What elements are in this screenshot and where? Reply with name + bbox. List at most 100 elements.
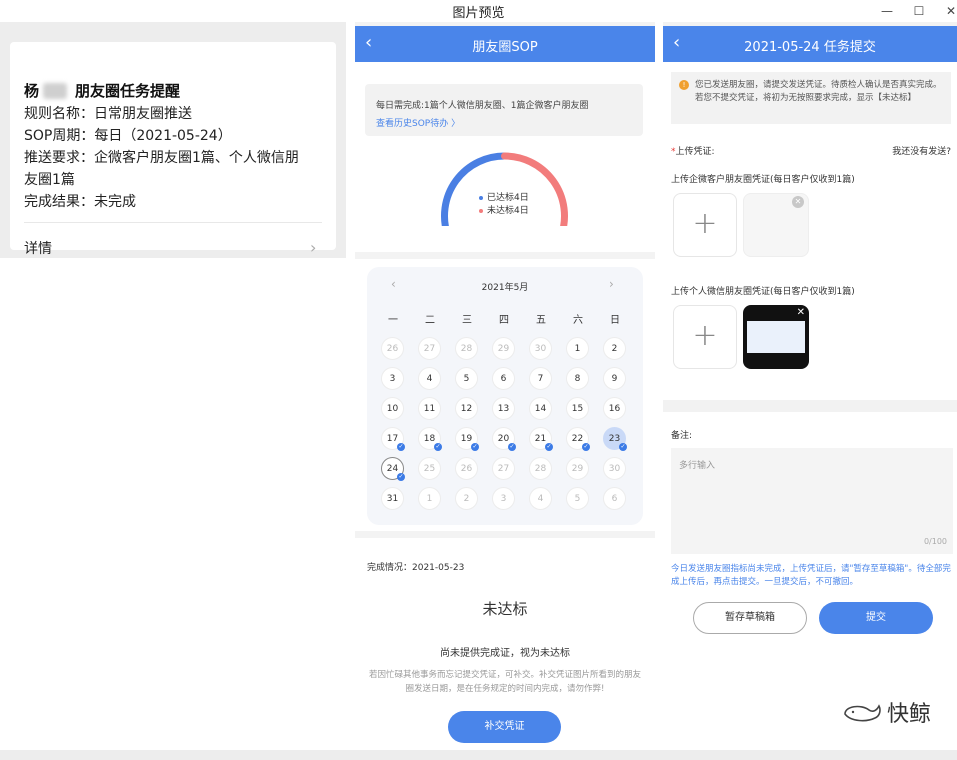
calendar-day[interactable]: 6 [603, 487, 626, 510]
not-sent-link[interactable]: 我还没有发送? [892, 144, 951, 157]
calendar-day[interactable]: 1 [418, 487, 441, 510]
calendar-day[interactable]: 29 [492, 337, 515, 360]
calendar-day[interactable]: 13 [492, 397, 515, 420]
calendar-day-number: 6 [611, 493, 618, 504]
calendar-day[interactable]: 15 [566, 397, 589, 420]
corp-proof-thumbnail[interactable]: ✕ [743, 193, 809, 257]
personal-upload-button[interactable]: + [673, 305, 737, 369]
supplement-button[interactable]: 补交凭证 [448, 711, 561, 743]
calendar-day[interactable]: 28 [529, 457, 552, 480]
watermark: 快鲸 [841, 696, 931, 728]
calendar-day[interactable]: 16 [603, 397, 626, 420]
calendar-day[interactable]: 20 ✓ [492, 427, 516, 451]
status-mark-icon: ✓ [434, 443, 442, 451]
calendar: ‹ 2021年5月 › 一二三四五六日 26 27 28 29 30 1 2 3 4 5 6 7 8 9 10… [367, 267, 643, 525]
window-titlebar: 图片预览 — ☐ ✕ [0, 0, 957, 22]
bottom-strip [0, 750, 957, 760]
calendar-day-number: 27 [497, 463, 510, 474]
calendar-day[interactable]: 10 [381, 397, 404, 420]
legend-not-reached: 未达标4日 [487, 206, 529, 216]
personal-proof-thumbnail[interactable]: ✕ [743, 305, 809, 369]
personal-upload-label: 上传个人微信朋友圈凭证(每日客户仅收到1篇) [671, 287, 855, 297]
calendar-day[interactable]: 17 ✓ [381, 427, 405, 451]
calendar-day-number: 18 [423, 433, 436, 444]
card-header: 杨 朋友圈任务提醒 [24, 80, 180, 101]
calendar-day[interactable]: 26 [455, 457, 478, 480]
reached-dot [479, 195, 483, 200]
window-title: 图片预览 [452, 6, 505, 21]
calendar-day[interactable]: 22 ✓ [566, 427, 590, 451]
submit-panel: ‹ 2021-05-24 任务提交 ! 您已发送朋友圈，请提交发送凭证。待质检人… [663, 22, 957, 760]
calendar-section: ‹ 2021年5月 › 一二三四五六日 26 27 28 29 30 1 2 3 4 5 6 7 8 9 10… [355, 259, 655, 531]
calendar-day[interactable]: 2 [455, 487, 478, 510]
calendar-day[interactable]: 19 ✓ [455, 427, 479, 451]
calendar-day[interactable]: 21 ✓ [529, 427, 553, 451]
calendar-day-number: 4 [426, 373, 433, 384]
weekday-label: 二 [425, 315, 435, 326]
corp-upload-label: 上传企微客户朋友圈凭证(每日客户仅收到1篇) [671, 175, 855, 185]
warning-icon: ! [679, 80, 689, 90]
calendar-day[interactable]: 24 ✓ [381, 457, 405, 481]
corp-upload-button[interactable]: + [673, 193, 737, 257]
sop-navbar: ‹ 朋友圈SOP [355, 26, 655, 62]
calendar-day[interactable]: 28 [455, 337, 478, 360]
save-draft-button[interactable]: 暂存草稿箱 [693, 602, 807, 634]
plus-icon: + [692, 318, 718, 353]
calendar-day[interactable]: 30 [529, 337, 552, 360]
close-icon[interactable]: ✕ [934, 0, 957, 22]
calendar-day[interactable]: 8 [566, 367, 589, 390]
calendar-day[interactable]: 26 [381, 337, 404, 360]
completion-section: 完成情况：2021-05-23 未达标 尚未提供完成证，视为未达标 若因忙碌其他… [355, 538, 655, 760]
warning-notice: ! 您已发送朋友圈，请提交发送凭证。待质检人确认是否真实完成。若您不提交凭证，将… [671, 72, 951, 124]
calendar-day[interactable]: 1 [566, 337, 589, 360]
submit-hint: 今日发送朋友圈指标尚未完成，上传凭证后，请"暂存至草稿箱"。待全部完成上传后，再… [671, 564, 951, 587]
status-mark-icon: ✓ [545, 443, 553, 451]
sender-name: 杨 [24, 82, 40, 100]
calendar-day-number: 24 [386, 463, 399, 474]
status-mark-icon: ✓ [508, 443, 516, 451]
calendar-day-number: 20 [497, 433, 510, 444]
calendar-day[interactable]: 3 [381, 367, 404, 390]
calendar-day[interactable]: 12 [455, 397, 478, 420]
history-link[interactable]: 查看历史SOP待办 〉 [376, 116, 460, 129]
calendar-day[interactable]: 18 ✓ [418, 427, 442, 451]
detail-link[interactable]: 详情 [24, 238, 52, 258]
calendar-day[interactable]: 5 [455, 367, 478, 390]
calendar-day[interactable]: 9 [603, 367, 626, 390]
char-counter: 0/100 [923, 537, 947, 546]
calendar-day[interactable]: 14 [529, 397, 552, 420]
maximize-icon[interactable]: ☐ [902, 0, 936, 22]
remove-image-icon[interactable]: ✕ [792, 196, 804, 208]
calendar-day[interactable]: 27 [418, 337, 441, 360]
remove-image-icon[interactable]: ✕ [797, 307, 805, 318]
sop-panel: ‹ 朋友圈SOP 每日需完成:1篇个人微信朋友圈、1篇企微客户朋友圈 查看历史S… [355, 22, 655, 760]
calendar-day[interactable]: 30 [603, 457, 626, 480]
calendar-day[interactable]: 4 [418, 367, 441, 390]
submit-button[interactable]: 提交 [819, 602, 933, 634]
calendar-day-number: 31 [386, 493, 399, 504]
calendar-day[interactable]: 25 [418, 457, 441, 480]
calendar-day[interactable]: 7 [529, 367, 552, 390]
calendar-day[interactable]: 27 [492, 457, 515, 480]
card-line: 友圈1篇 [24, 172, 75, 188]
calendar-day-number: 26 [460, 463, 473, 474]
task-reminder-card[interactable]: 杨 朋友圈任务提醒 规则名称：日常朋友圈推送 SOP周期：每日（2021-05-… [10, 42, 336, 257]
calendar-day[interactable]: 4 [529, 487, 552, 510]
calendar-day[interactable]: 6 [492, 367, 515, 390]
calendar-day[interactable]: 23 ✓ [603, 427, 627, 451]
minimize-icon[interactable]: — [870, 0, 904, 22]
calendar-day[interactable]: 3 [492, 487, 515, 510]
calendar-day-number: 26 [386, 343, 399, 354]
calendar-day[interactable]: 5 [566, 487, 589, 510]
calendar-day[interactable]: 11 [418, 397, 441, 420]
calendar-day-number: 29 [571, 463, 584, 474]
calendar-day-number: 29 [497, 343, 510, 354]
calendar-day[interactable]: 29 [566, 457, 589, 480]
remark-textarea[interactable]: 多行输入 0/100 [671, 448, 953, 554]
next-month-icon[interactable]: › [609, 277, 614, 291]
calendar-day-number: 5 [463, 373, 470, 384]
calendar-day[interactable]: 2 [603, 337, 626, 360]
legend-reached: 已达标4日 [487, 193, 529, 203]
calendar-day[interactable]: 31 [381, 487, 404, 510]
not-reached-dot [479, 208, 483, 213]
